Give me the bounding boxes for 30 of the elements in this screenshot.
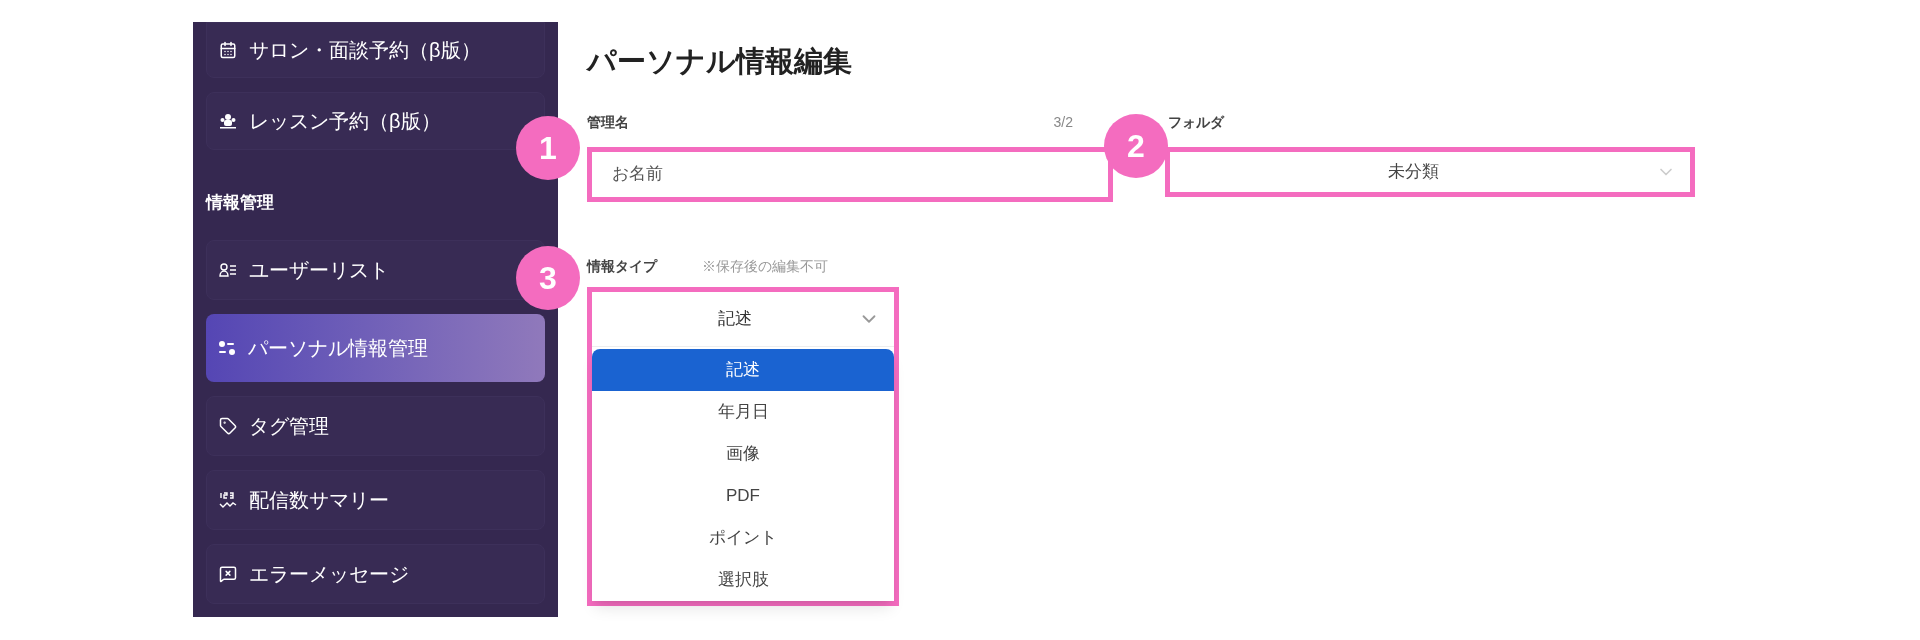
annotation-badge: 1 [516, 116, 580, 180]
chart-wave-icon [219, 490, 237, 509]
error-message-icon [219, 564, 237, 583]
sidebar-item[interactable]: 配信数サマリー [206, 469, 545, 530]
section-heading: 情報管理 [206, 192, 275, 214]
dropdown-option[interactable]: 画像 [592, 432, 894, 475]
tag-icon [219, 416, 237, 435]
field-note: ※保存後の編集不可 [702, 256, 828, 276]
dropdown-option[interactable]: 選択肢 [592, 558, 894, 601]
toggles-icon [218, 338, 236, 357]
dropdown-option[interactable]: 年月日 [592, 390, 894, 433]
calendar-icon [219, 41, 237, 59]
sidebar-item[interactable]: パーソナル情報管理 [206, 313, 545, 382]
dropdown-option[interactable]: PDF [592, 474, 894, 517]
sidebar-item[interactable]: エラーメッセージ [206, 543, 545, 604]
annotation-badge: 3 [516, 246, 580, 310]
sidebar-item[interactable]: サロン・面談予約（β版） [206, 22, 545, 78]
people-icon [219, 112, 237, 130]
user-list-icon [219, 260, 237, 279]
dropdown-option[interactable]: ポイント [592, 516, 894, 559]
page-title: パーソナル情報編集 [587, 44, 853, 79]
folder-select[interactable]: 未分類 [1165, 146, 1695, 197]
dropdown-option[interactable]: 記述 [592, 348, 894, 391]
field-label: 管理名 [587, 112, 629, 132]
character-counter: 3/2 [1053, 112, 1073, 132]
annotation-badge: 2 [1104, 114, 1168, 178]
name-input-field[interactable]: お名前 [587, 146, 1113, 202]
sidebar-item[interactable]: タグ管理 [206, 395, 545, 456]
field-label: フォルダ [1167, 112, 1226, 132]
field-label: 情報タイプ [587, 256, 657, 276]
